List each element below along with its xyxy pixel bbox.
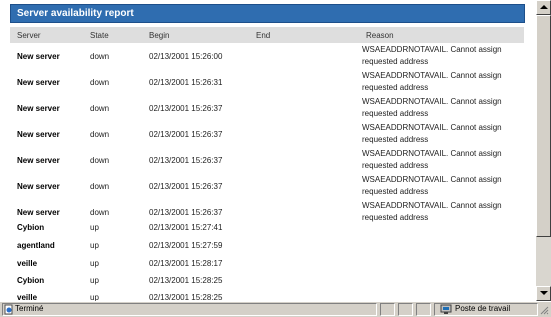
server-cell: New server [17, 182, 60, 191]
reason-cell-line: WSAEADDRNOTAVAIL. Cannot assign [362, 149, 502, 158]
table-header: Server State Begin End Reason [10, 27, 524, 43]
column-header-state: State [90, 31, 109, 40]
reason-cell-line: WSAEADDRNOTAVAIL. Cannot assign [362, 201, 502, 210]
scrollbar-thumb[interactable] [536, 15, 551, 237]
report-title: Server availability report [17, 8, 134, 19]
reason-cell-line: requested address [362, 83, 429, 92]
status-panel-small-3 [416, 303, 431, 316]
server-cell: New server [17, 130, 60, 139]
server-cell: New server [17, 104, 60, 113]
table-row: New server down 02/13/2001 15:26:31 WSAEADD… [10, 71, 524, 97]
begin-cell: 02/13/2001 15:26:37 [149, 104, 223, 113]
browser-window: Server availability report Server State … [0, 0, 551, 317]
state-cell: up [90, 276, 99, 285]
state-cell: up [90, 259, 99, 268]
begin-cell: 02/13/2001 15:28:25 [149, 293, 223, 301]
server-cell: New server [17, 78, 60, 87]
status-panel-main [2, 303, 377, 316]
begin-cell: 02/13/2001 15:27:59 [149, 241, 223, 250]
begin-cell: 02/13/2001 15:26:37 [149, 208, 223, 217]
computer-icon [440, 304, 452, 314]
column-header-end: End [256, 31, 271, 40]
begin-cell: 02/13/2001 15:28:17 [149, 259, 223, 268]
scroll-down-button[interactable] [536, 286, 551, 301]
scroll-down-arrow-icon [540, 291, 548, 295]
begin-cell: 02/13/2001 15:26:00 [149, 52, 223, 61]
reason-cell-line: requested address [362, 161, 429, 170]
server-cell: New server [17, 208, 60, 217]
table-row: New server down 02/13/2001 15:26:37 WSAEADD… [10, 175, 524, 201]
table-row: New server down 02/13/2001 15:26:37 WSAEADD… [10, 123, 524, 149]
reason-cell-line: requested address [362, 135, 429, 144]
reason-cell-line: WSAEADDRNOTAVAIL. Cannot assign [362, 123, 502, 132]
reason-cell-line: WSAEADDRNOTAVAIL. Cannot assign [362, 45, 502, 54]
begin-cell: 02/13/2001 15:27:41 [149, 223, 223, 232]
vertical-scrollbar[interactable] [536, 0, 551, 301]
state-cell: down [90, 182, 110, 191]
security-zone-label: Poste de travail [455, 304, 511, 313]
reason-cell-line: requested address [362, 57, 429, 66]
server-cell: veille [17, 293, 38, 301]
state-cell: down [90, 130, 110, 139]
server-cell: New server [17, 52, 60, 61]
begin-cell: 02/13/2001 15:26:31 [149, 78, 223, 87]
table-row: New server down 02/13/2001 15:26:37 WSAEADD… [10, 149, 524, 175]
reason-cell-line: WSAEADDRNOTAVAIL. Cannot assign [362, 175, 502, 184]
reason-cell-line: requested address [362, 109, 429, 118]
report-page: Server availability report Server State … [0, 0, 536, 301]
status-text: Terminé [15, 304, 44, 313]
state-cell: down [90, 208, 110, 217]
begin-cell: 02/13/2001 15:28:25 [149, 276, 223, 285]
state-cell: up [90, 241, 99, 250]
scroll-up-arrow-icon [540, 5, 548, 9]
table-row: New server down 02/13/2001 15:26:00 WSAEADD… [10, 45, 524, 71]
state-cell: up [90, 223, 99, 232]
server-cell: Cybion [17, 223, 45, 232]
begin-cell: 02/13/2001 15:26:37 [149, 156, 223, 165]
reason-cell-line: requested address [362, 187, 429, 196]
state-cell: down [90, 104, 110, 113]
state-cell: down [90, 156, 110, 165]
resize-grip-icon[interactable] [540, 306, 549, 315]
begin-cell: 02/13/2001 15:26:37 [149, 182, 223, 191]
report-title-bar: Server availability report [10, 4, 525, 23]
reason-cell-line: WSAEADDRNOTAVAIL. Cannot assign [362, 97, 502, 106]
status-panel-small-2 [398, 303, 413, 316]
server-cell: agentland [17, 241, 55, 250]
begin-cell: 02/13/2001 15:26:37 [149, 130, 223, 139]
state-cell: down [90, 78, 110, 87]
server-cell: New server [17, 156, 60, 165]
reason-cell-line: WSAEADDRNOTAVAIL. Cannot assign [362, 71, 502, 80]
server-cell: veille [17, 259, 38, 268]
scroll-up-button[interactable] [536, 0, 551, 15]
status-bar: Terminé Poste de travail [0, 301, 551, 317]
page-done-icon [4, 304, 13, 315]
table-row: veille up 02/13/2001 15:28:25 [10, 293, 524, 301]
server-cell: Cybion [17, 276, 45, 285]
column-header-begin: Begin [149, 31, 170, 40]
state-cell: down [90, 52, 110, 61]
column-header-reason: Reason [366, 31, 394, 40]
table-row: New server down 02/13/2001 15:26:37 WSAEADD… [10, 97, 524, 123]
status-panel-small-1 [380, 303, 395, 316]
column-header-server: Server [17, 31, 41, 40]
state-cell: up [90, 293, 99, 301]
